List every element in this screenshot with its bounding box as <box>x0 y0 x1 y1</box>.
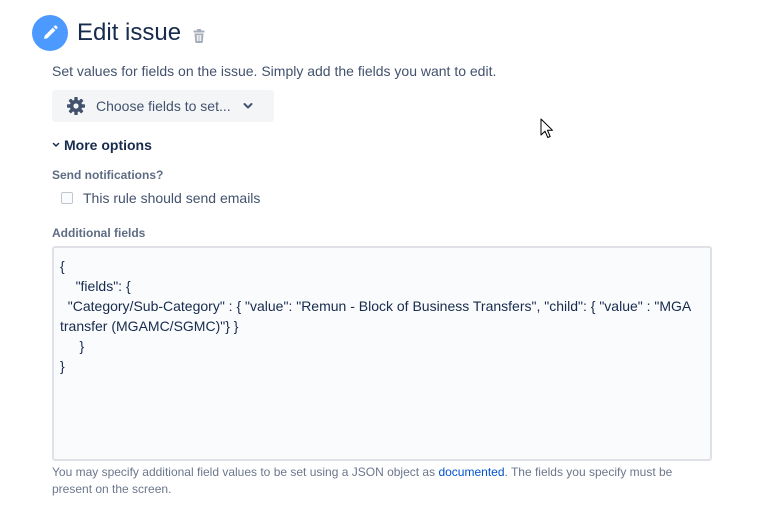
help-text-before: You may specify additional field values … <box>52 465 439 479</box>
additional-fields-help: You may specify additional field values … <box>52 464 702 498</box>
send-emails-label[interactable]: This rule should send emails <box>83 190 260 206</box>
choose-fields-button[interactable]: Choose fields to set... <box>52 90 274 122</box>
send-notifications-label: Send notifications? <box>52 168 164 182</box>
chevron-down-icon <box>52 142 60 148</box>
chevron-down-icon <box>243 102 253 110</box>
trash-icon[interactable] <box>193 28 205 43</box>
mouse-pointer-icon <box>540 118 554 145</box>
send-emails-checkbox[interactable] <box>61 192 73 204</box>
more-options-label: More options <box>64 137 152 153</box>
additional-fields-textarea[interactable]: { "fields": { "Category/Sub-Category" : … <box>52 246 712 461</box>
gear-icon <box>66 96 86 116</box>
send-emails-row: This rule should send emails <box>61 190 260 206</box>
pencil-icon <box>32 15 68 51</box>
page-description: Set values for fields on the issue. Simp… <box>52 63 497 79</box>
page-title: Edit issue <box>77 19 182 46</box>
choose-fields-label: Choose fields to set... <box>96 98 231 114</box>
page-header: Edit issue <box>32 15 205 51</box>
more-options-toggle[interactable]: More options <box>52 137 152 153</box>
documented-link[interactable]: documented <box>438 465 504 479</box>
additional-fields-label: Additional fields <box>52 226 146 240</box>
edit-issue-panel: Edit issue Set values for fields on the … <box>0 0 770 512</box>
